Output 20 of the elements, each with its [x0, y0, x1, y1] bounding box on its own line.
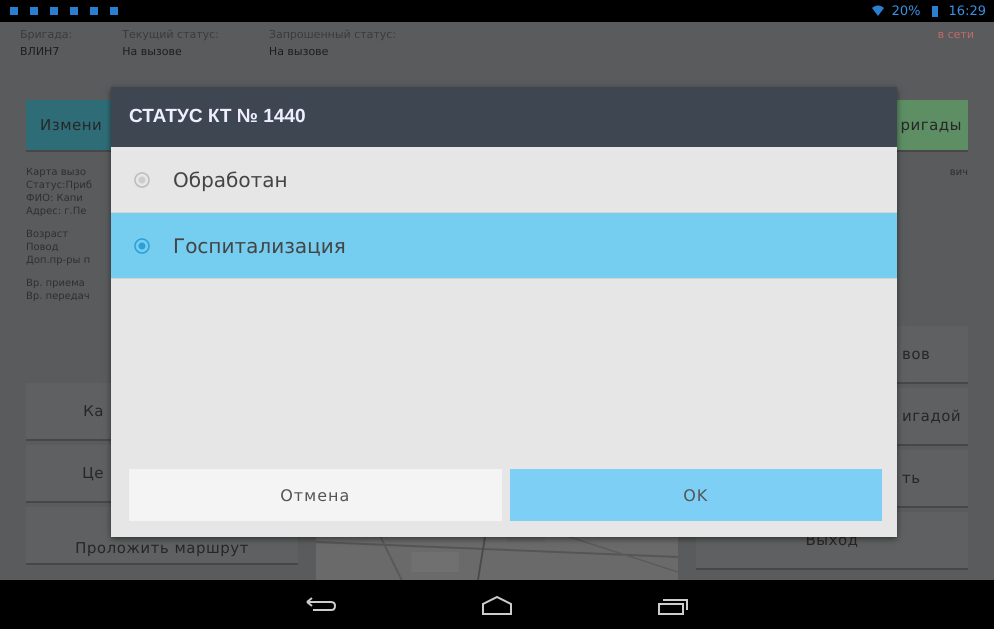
dialog-title: СТАТУС КТ № 1440 — [111, 87, 897, 147]
field-value: ВЛИН7 — [20, 45, 60, 58]
radio-icon — [133, 170, 151, 188]
battery-percent: 20% — [892, 4, 921, 18]
notification-icon — [28, 5, 40, 17]
field-value: На вызове — [268, 45, 330, 58]
field-value: На вызове — [122, 45, 183, 58]
notification-icon — [48, 5, 60, 17]
home-icon[interactable] — [479, 594, 515, 616]
ok-button[interactable]: OK — [510, 469, 882, 521]
notification-icon — [8, 5, 20, 17]
cancel-button[interactable]: Отмена — [129, 469, 502, 521]
notification-icon — [88, 5, 100, 17]
notification-icon — [68, 5, 80, 17]
radio-icon — [133, 236, 151, 254]
status-option[interactable]: Госпитализация — [111, 213, 897, 279]
connection-status: в сети — [938, 28, 974, 43]
wifi-icon — [872, 5, 884, 17]
clock: 16:29 — [948, 4, 986, 18]
notification-icon — [108, 5, 120, 17]
